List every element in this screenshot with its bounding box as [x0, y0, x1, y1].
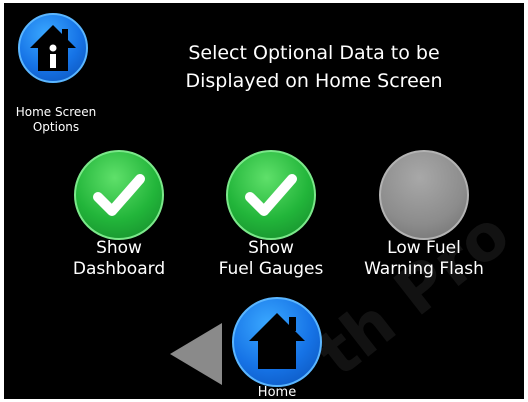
show-dashboard-label: Show Dashboard [44, 238, 194, 280]
option-label-line1: Show [96, 238, 142, 258]
back-arrow-icon[interactable] [170, 323, 222, 385]
home-button[interactable] [232, 297, 322, 387]
home-screen-options-label: Home Screen Options [12, 105, 100, 135]
checkmark-icon [245, 174, 297, 216]
home-label: Home [257, 385, 297, 399]
option-label-line2: Fuel Gauges [218, 259, 324, 279]
low-fuel-warning-flash-toggle[interactable] [379, 150, 469, 240]
screen: th Pro Home Screen Options Select Option… [4, 3, 524, 399]
option-label-line1: Show [248, 238, 294, 258]
show-dashboard-toggle[interactable] [74, 150, 164, 240]
home-info-icon [30, 25, 76, 71]
option-label-line1: Low Fuel [387, 238, 461, 258]
header-label-line2: Options [32, 120, 80, 134]
show-fuel-gauges-toggle[interactable] [226, 150, 316, 240]
checkmark-icon [93, 174, 145, 216]
home-screen-options-button[interactable] [18, 13, 88, 83]
low-fuel-warning-flash-label: Low Fuel Warning Flash [349, 238, 499, 280]
title-line1: Select Optional Data to be [188, 42, 440, 64]
show-fuel-gauges-label: Show Fuel Gauges [196, 238, 346, 280]
home-icon [249, 313, 305, 369]
page-title: Select Optional Data to be Displayed on … [154, 39, 474, 95]
header-label-line1: Home Screen [15, 105, 97, 119]
option-label-line2: Warning Flash [364, 259, 484, 279]
title-line2: Displayed on Home Screen [185, 70, 443, 92]
option-label-line2: Dashboard [72, 259, 166, 279]
